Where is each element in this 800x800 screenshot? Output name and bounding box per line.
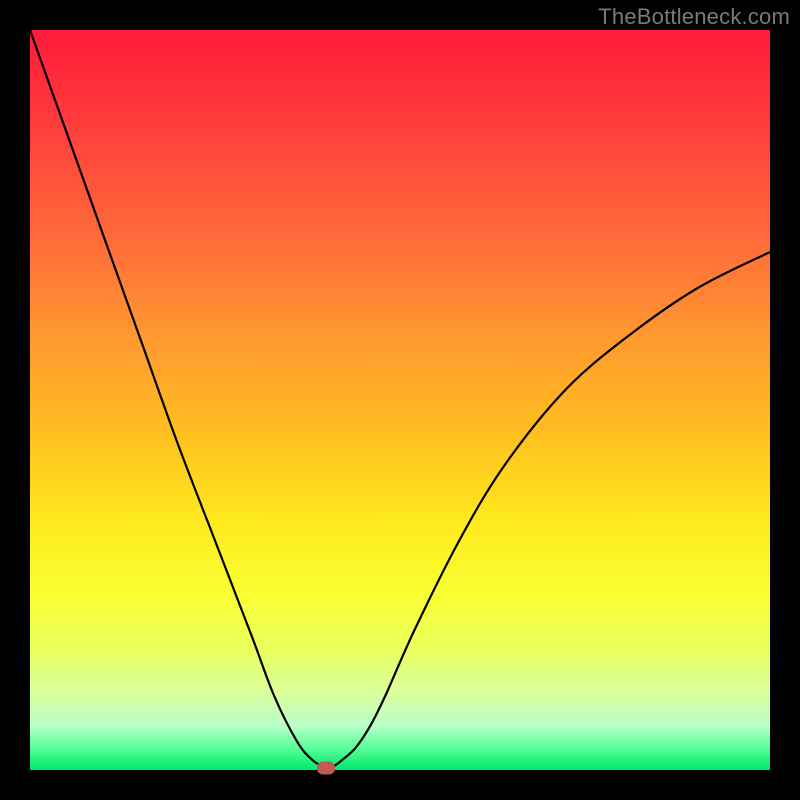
bottleneck-curve [30,30,770,768]
plot-area [30,30,770,770]
watermark-text: TheBottleneck.com [598,4,790,30]
curve-svg [30,30,770,770]
minimum-marker [317,761,335,774]
chart-frame: TheBottleneck.com [0,0,800,800]
